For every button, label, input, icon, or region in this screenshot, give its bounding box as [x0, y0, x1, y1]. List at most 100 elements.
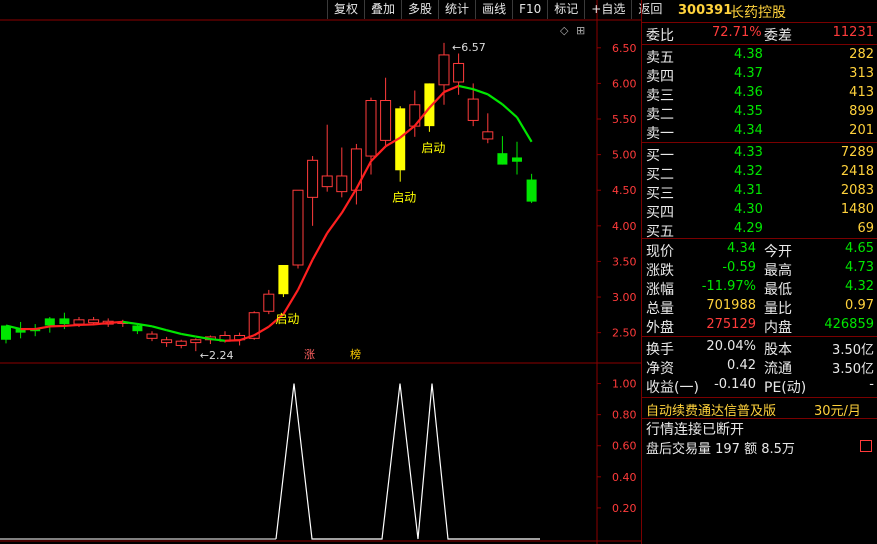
fundamental-label: 换手 — [646, 342, 674, 358]
bid-row[interactable]: 买四 4.30 1480 — [642, 201, 877, 221]
ask-volume: 413 — [849, 85, 874, 100]
low-price-marker: ←2.24 — [200, 349, 234, 362]
event-marker: 涨 — [304, 348, 315, 361]
toolbar-button-4[interactable]: 画线 — [475, 0, 512, 19]
toolbar-button-3[interactable]: 统计 — [438, 0, 475, 19]
ma-segment — [516, 116, 533, 143]
ma-segment — [458, 84, 474, 91]
bid-price: 4.30 — [734, 202, 763, 217]
ma-segment — [151, 325, 167, 332]
expand-icon: ⊞ — [576, 24, 585, 37]
price-tick-label: 2.50 — [612, 327, 637, 340]
stat-value: -0.59 — [722, 260, 756, 275]
high-price-marker: ←6.57 — [452, 41, 486, 54]
candle-body — [175, 340, 187, 346]
quote-panel: 300391 长药控股 委比 72.71% 委差 11231 卖五 4.38 282… — [641, 0, 877, 544]
bid-row[interactable]: 买二 4.32 2418 — [642, 163, 877, 183]
stat-value: -11.97% — [701, 279, 756, 294]
stat-label: 外盘 — [646, 320, 674, 336]
ma-segment — [108, 320, 123, 325]
indicator-tick-label: 1.00 — [612, 378, 637, 391]
stat-row: 外盘 275129 内盘 426859 — [642, 316, 877, 336]
candle-body — [453, 62, 465, 83]
connection-status: 行情连接已断开 — [646, 422, 744, 438]
candle-body — [512, 157, 522, 162]
ask-label: 卖一 — [646, 126, 674, 142]
promo-text[interactable]: 自动续费通达信普及版 — [646, 400, 776, 419]
ask-row[interactable]: 卖一 4.34 201 — [642, 122, 877, 142]
ask-row[interactable]: 卖四 4.37 313 — [642, 65, 877, 85]
candle-body — [44, 318, 55, 326]
toolbar-button-0[interactable]: 复权 — [327, 0, 364, 19]
ma-segment — [181, 332, 196, 338]
ma-segment — [472, 88, 489, 96]
indicator-tick-label: 0.60 — [612, 440, 637, 453]
bid-price: 4.31 — [734, 183, 763, 198]
ma-segment — [501, 103, 518, 119]
stat-value: 4.32 — [845, 279, 874, 294]
ask-row[interactable]: 卖二 4.35 899 — [642, 103, 877, 123]
stat-label: 现价 — [646, 244, 674, 260]
fundamental-label: PE(动) — [764, 380, 807, 396]
stat-value: 426859 — [824, 317, 874, 332]
toolbar-button-5[interactable]: F10 — [512, 0, 547, 19]
bar-chart-icon[interactable] — [860, 440, 872, 452]
stat-row: 涨跌 -0.59 最高 4.73 — [642, 259, 877, 279]
bid-row[interactable]: 买五 4.29 69 — [642, 220, 877, 240]
promo-row[interactable]: 自动续费通达信普及版 30元/月 — [642, 399, 877, 419]
candle-body — [278, 264, 289, 295]
ma-segment — [166, 329, 182, 336]
toolbar-button-2[interactable]: 多股 — [401, 0, 438, 19]
stat-value: 0.97 — [845, 298, 874, 313]
stat-row: 总量 701988 量比 0.97 — [642, 297, 877, 317]
candle-body — [146, 333, 158, 339]
candle-body — [161, 339, 173, 344]
ask-row[interactable]: 卖五 4.38 282 — [642, 46, 877, 66]
ma-segment — [311, 232, 329, 261]
stat-label: 总量 — [646, 301, 674, 317]
bid-volume: 2083 — [840, 183, 874, 198]
stat-label: 最高 — [764, 263, 792, 279]
price-tick-label: 3.50 — [612, 255, 637, 268]
candle-body — [73, 319, 85, 325]
candle-body — [321, 175, 333, 188]
price-tick-label: 5.00 — [612, 149, 637, 162]
promo-price[interactable]: 30元/月 — [814, 400, 861, 419]
candle-body — [190, 339, 202, 344]
toolbar-button-6[interactable]: 标记 — [547, 0, 584, 19]
status-row: 行情连接已断开 — [642, 418, 877, 438]
ask-volume: 899 — [849, 104, 874, 119]
after-hours-volume: 盘后交易量 197 额 8.5万 — [646, 442, 795, 457]
fundamental-value: 3.50亿 — [832, 362, 874, 377]
weicha-value: 11231 — [832, 25, 874, 40]
fundamental-label: 净资 — [646, 361, 674, 377]
candle-body — [526, 179, 537, 202]
bid-row[interactable]: 买一 4.33 7289 — [642, 144, 877, 164]
signal-annotation: 启动 — [392, 191, 416, 205]
diamond-icon: ◇ — [560, 24, 569, 37]
ask-price: 4.35 — [734, 104, 763, 119]
toolbar-button-1[interactable]: 叠加 — [364, 0, 401, 19]
stat-label: 涨幅 — [646, 282, 674, 298]
ask-volume: 201 — [849, 123, 874, 138]
signal-annotation: 启动 — [275, 312, 299, 326]
candle-body — [88, 319, 100, 324]
fundamental-value: -0.140 — [714, 377, 756, 392]
bid-row[interactable]: 买三 4.31 2083 — [642, 182, 877, 202]
bid-volume: 1480 — [840, 202, 874, 217]
fundamental-value: 20.04% — [706, 339, 756, 354]
ma-segment — [326, 212, 343, 234]
stock-code: 300391 — [678, 3, 733, 18]
price-tick-label: 6.00 — [612, 77, 637, 90]
stat-row: 涨幅 -11.97% 最低 4.32 — [642, 278, 877, 298]
toolbar-button-7[interactable]: +自选 — [584, 0, 631, 19]
ask-label: 卖四 — [646, 69, 674, 85]
event-marker: 榜 — [350, 347, 361, 361]
indicator-tick-label: 0.20 — [612, 502, 637, 515]
candle-body — [467, 98, 479, 121]
fundamental-row: 收益(一) -0.140 PE(动) - — [642, 376, 877, 396]
ask-row[interactable]: 卖三 4.36 413 — [642, 84, 877, 104]
indicator-subplot — [0, 383, 540, 540]
candle-body — [336, 175, 348, 193]
indicator-line — [275, 383, 540, 540]
